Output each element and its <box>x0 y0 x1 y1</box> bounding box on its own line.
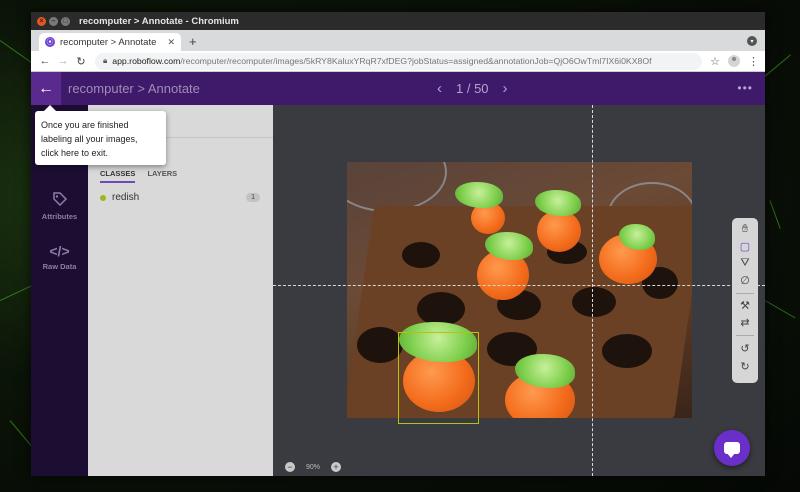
code-icon: </> <box>49 243 70 259</box>
window-maximize-button[interactable]: □ <box>61 16 70 26</box>
forward-arrow-icon[interactable]: → <box>55 55 71 67</box>
crosshair-vertical <box>592 105 593 476</box>
class-color-dot <box>100 194 106 201</box>
bookmark-star-icon[interactable]: ☆ <box>710 55 720 68</box>
nav-item-raw-data[interactable]: </> Raw Data <box>31 243 88 271</box>
tab-search-icon[interactable]: ▾ <box>747 36 757 46</box>
url-field[interactable]: 🔒︎ app.roboflow.com /recomputer/recomput… <box>95 52 703 70</box>
back-arrow-icon[interactable]: ← <box>37 55 53 67</box>
browser-tab[interactable]: ⦿ recomputer > Annotate ✕ <box>39 33 181 51</box>
tab-bar: ⦿ recomputer > Annotate ✕ + ▾ <box>31 30 765 51</box>
url-host: app.roboflow.com <box>112 56 181 66</box>
tooltip-line: labeling all your images, <box>41 134 138 144</box>
panel-tabs: CLASSES LAYERS <box>100 169 189 183</box>
redo-icon[interactable]: ↻ <box>732 360 758 373</box>
bounding-box-redish[interactable] <box>398 332 479 424</box>
zoom-out-button[interactable]: − <box>285 462 295 472</box>
tooltip-line: Once you are finished <box>41 120 129 130</box>
class-count-badge: 1 <box>246 193 260 202</box>
new-tab-button[interactable]: + <box>189 34 197 49</box>
magic-wand-icon[interactable]: ⚒︎ <box>732 299 758 312</box>
tab-title: recomputer > Annotate <box>60 36 157 48</box>
window-close-button[interactable]: × <box>37 16 46 26</box>
window-title: recomputer > Annotate - Chromium <box>79 15 239 27</box>
app-header: ← recomputer > Annotate ‹ 1 / 50 › ••• <box>31 72 765 105</box>
profile-icon[interactable] <box>728 55 740 67</box>
hand-pan-icon[interactable]: ✋︎ <box>732 223 758 236</box>
zoom-in-button[interactable]: + <box>331 462 342 472</box>
null-tool-icon[interactable]: ∅ <box>732 274 758 287</box>
tab-classes[interactable]: CLASSES <box>100 169 136 183</box>
exit-tooltip: Once you are finished labeling all your … <box>35 105 166 165</box>
lock-icon: 🔒︎ <box>103 56 108 65</box>
class-item-redish[interactable]: redish 1 <box>100 192 260 203</box>
breadcrumb: recomputer > Annotate <box>68 81 200 96</box>
reload-icon[interactable]: ↻ <box>73 55 89 68</box>
next-image-button[interactable]: › <box>503 80 508 97</box>
page-indicator: 1 / 50 <box>456 81 489 96</box>
image-pager: ‹ 1 / 50 › <box>423 72 522 105</box>
zoom-level: 90% <box>306 463 321 471</box>
tooltip-line: click here to exit. <box>41 148 109 158</box>
polygon-tool-icon[interactable]: ⛛ <box>732 257 758 270</box>
zoom-control: − 90% + <box>285 462 342 472</box>
exit-back-button[interactable]: ← <box>31 72 61 105</box>
window-minimize-button[interactable]: – <box>49 16 58 26</box>
previous-image-button[interactable]: ‹ <box>437 80 442 97</box>
crosshair-horizontal <box>273 285 765 286</box>
tag-icon <box>31 192 88 209</box>
window-titlebar: × – □ recomputer > Annotate - Chromium <box>31 12 765 30</box>
chat-button[interactable] <box>714 430 750 466</box>
arrow-left-icon: ← <box>38 79 54 97</box>
address-bar: ← → ↻ 🔒︎ app.roboflow.com /recomputer/re… <box>31 51 765 72</box>
tab-layers[interactable]: LAYERS <box>147 169 177 183</box>
nav-item-attributes[interactable]: Attributes <box>31 192 88 221</box>
url-path: /recomputer/recomputer/images/5kRY8Kalux… <box>180 56 652 66</box>
undo-icon[interactable]: ↺ <box>732 342 758 355</box>
repeat-icon[interactable]: ⇄ <box>732 316 758 329</box>
browser-menu-icon[interactable]: ⋮ <box>748 55 759 68</box>
browser-window: × – □ recomputer > Annotate - Chromium ⦿… <box>31 12 765 476</box>
tab-close-icon[interactable]: ✕ <box>167 37 175 48</box>
image-detail <box>347 162 447 212</box>
chat-bubble-icon <box>724 442 740 458</box>
roboflow-icon: ⦿ <box>45 37 55 47</box>
annotation-toolbar: ✋︎ ▢ ⛛ ∅ ⚒︎ ⇄ ↺ ↻ <box>732 218 758 383</box>
bounding-box-tool-icon[interactable]: ▢ <box>732 240 758 253</box>
more-options-icon[interactable]: ••• <box>737 81 753 95</box>
class-name: redish <box>112 192 140 203</box>
nav-item-label: Raw Data <box>42 262 77 271</box>
annotation-canvas[interactable] <box>273 105 765 476</box>
nav-item-label: Attributes <box>41 212 78 221</box>
